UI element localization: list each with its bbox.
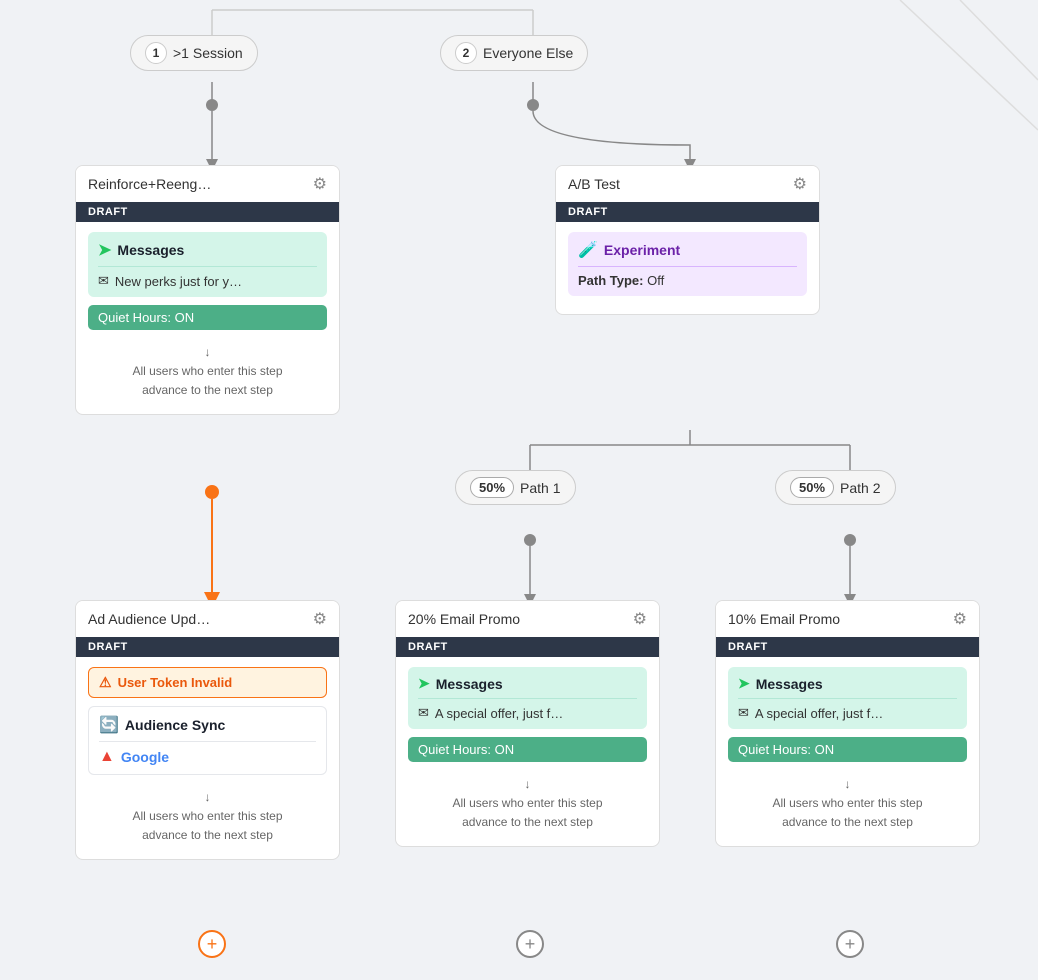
path-badge-2-pct: 50% [790, 477, 834, 498]
warning-icon: ⚠ [99, 674, 112, 691]
quiet-hours-label: Quiet Hours: [98, 310, 175, 325]
arrow-down-icon-ad: ↓ [205, 789, 211, 806]
messages-block: ➤ Messages ✉ New perks just for y… [88, 232, 327, 297]
path-badge-1-pct: 50% [470, 477, 514, 498]
card-ad-audience-body: ⚠ User Token Invalid 🔄 Audience Sync ▲ G… [76, 657, 339, 859]
flask-icon: 🧪 [578, 240, 598, 260]
split-badge-1: 1 >1 Session [130, 35, 258, 71]
quiet-hours-label-20pct: Quiet Hours: [418, 742, 495, 757]
message-plane-icon-10pct: ➤ [738, 675, 750, 692]
google-row: ▲ Google [99, 748, 316, 766]
path-type-row: Path Type: Off [578, 273, 797, 288]
split-badge-2: 2 Everyone Else [440, 35, 588, 71]
add-step-button-ad[interactable]: + [198, 930, 226, 958]
arrow-down-icon-10pct: ↓ [845, 776, 851, 793]
card-10pct-draft: DRAFT [716, 637, 979, 657]
experiment-title: 🧪 Experiment [578, 240, 797, 267]
card-ad-audience: Ad Audience Upd… ⚙ DRAFT ⚠ User Token In… [75, 600, 340, 860]
advance-text-20pct: ↓ All users who enter this step advance … [408, 770, 647, 836]
card-20pct-draft: DRAFT [396, 637, 659, 657]
email-icon-20pct: ✉ [418, 705, 429, 721]
messages-email-row: ✉ New perks just for y… [98, 273, 317, 289]
path-badge-2: 50% Path 2 [775, 470, 896, 505]
quiet-hours-value: ON [175, 310, 195, 325]
card-ad-audience-draft: DRAFT [76, 637, 339, 657]
split-badge-2-num: 2 [455, 42, 477, 64]
card-abtest-header: A/B Test ⚙ [556, 166, 819, 202]
experiment-block: 🧪 Experiment Path Type: Off [568, 232, 807, 296]
card-reinforce-body: ➤ Messages ✉ New perks just for y… Quiet… [76, 222, 339, 414]
messages-block-10pct: ➤ Messages ✉ A special offer, just f… [728, 667, 967, 729]
audience-title: 🔄 Audience Sync [99, 715, 316, 742]
warning-block: ⚠ User Token Invalid [88, 667, 327, 698]
audience-block: 🔄 Audience Sync ▲ Google [88, 706, 327, 775]
email-icon: ✉ [98, 273, 109, 289]
quiet-hours-10pct: Quiet Hours: ON [728, 737, 967, 762]
card-10pct-email: 10% Email Promo ⚙ DRAFT ➤ Messages ✉ A s… [715, 600, 980, 847]
arrow-down-icon-20pct: ↓ [525, 776, 531, 793]
gear-icon[interactable]: ⚙ [313, 174, 327, 194]
split-badge-1-label: >1 Session [173, 45, 243, 61]
advance-text-ad: ↓ All users who enter this step advance … [88, 783, 327, 849]
google-icon: ▲ [99, 748, 115, 766]
card-abtest: A/B Test ⚙ DRAFT 🧪 Experiment Path Type:… [555, 165, 820, 315]
messages-title-10pct: ➤ Messages [738, 675, 957, 699]
messages-title: ➤ Messages [98, 240, 317, 267]
messages-block-20pct: ➤ Messages ✉ A special offer, just f… [408, 667, 647, 729]
split-badge-2-label: Everyone Else [483, 45, 573, 61]
card-reinforce-title: Reinforce+Reeng… [88, 176, 211, 192]
path-badge-1: 50% Path 1 [455, 470, 576, 505]
path-badge-2-label: Path 2 [840, 480, 880, 496]
path-badge-1-label: Path 1 [520, 480, 560, 496]
audience-sync-icon: 🔄 [99, 715, 119, 735]
quiet-hours-label-10pct: Quiet Hours: [738, 742, 815, 757]
card-20pct-email: 20% Email Promo ⚙ DRAFT ➤ Messages ✉ A s… [395, 600, 660, 847]
card-abtest-body: 🧪 Experiment Path Type: Off [556, 222, 819, 314]
gear-icon-ad[interactable]: ⚙ [313, 609, 327, 629]
gear-icon-10pct[interactable]: ⚙ [953, 609, 967, 629]
card-20pct-title: 20% Email Promo [408, 611, 520, 627]
card-10pct-body: ➤ Messages ✉ A special offer, just f… Qu… [716, 657, 979, 846]
card-reinforce: Reinforce+Reeng… ⚙ DRAFT ➤ Messages ✉ Ne… [75, 165, 340, 415]
card-10pct-header: 10% Email Promo ⚙ [716, 601, 979, 637]
advance-text: ↓ All users who enter this step advance … [88, 338, 327, 404]
quiet-hours-20pct: Quiet Hours: ON [408, 737, 647, 762]
card-10pct-title: 10% Email Promo [728, 611, 840, 627]
gear-icon-20pct[interactable]: ⚙ [633, 609, 647, 629]
split-badge-1-num: 1 [145, 42, 167, 64]
quiet-hours-value-10pct: ON [815, 742, 835, 757]
card-reinforce-draft: DRAFT [76, 202, 339, 222]
card-reinforce-header: Reinforce+Reeng… ⚙ [76, 166, 339, 202]
message-plane-icon-20pct: ➤ [418, 675, 430, 692]
card-20pct-header: 20% Email Promo ⚙ [396, 601, 659, 637]
card-20pct-body: ➤ Messages ✉ A special offer, just f… Qu… [396, 657, 659, 846]
messages-title-20pct: ➤ Messages [418, 675, 637, 699]
message-plane-icon: ➤ [98, 240, 111, 260]
add-step-button-10pct[interactable]: + [836, 930, 864, 958]
card-abtest-draft: DRAFT [556, 202, 819, 222]
messages-email-row-10pct: ✉ A special offer, just f… [738, 705, 957, 721]
messages-email-row-20pct: ✉ A special offer, just f… [418, 705, 637, 721]
email-icon-10pct: ✉ [738, 705, 749, 721]
advance-text-10pct: ↓ All users who enter this step advance … [728, 770, 967, 836]
card-abtest-title: A/B Test [568, 176, 620, 192]
card-ad-audience-title: Ad Audience Upd… [88, 611, 210, 627]
card-ad-audience-header: Ad Audience Upd… ⚙ [76, 601, 339, 637]
arrow-down-icon: ↓ [205, 344, 211, 361]
add-step-button-20pct[interactable]: + [516, 930, 544, 958]
quiet-hours-value-20pct: ON [495, 742, 515, 757]
quiet-hours-block: Quiet Hours: ON [88, 305, 327, 330]
gear-icon-abtest[interactable]: ⚙ [793, 174, 807, 194]
